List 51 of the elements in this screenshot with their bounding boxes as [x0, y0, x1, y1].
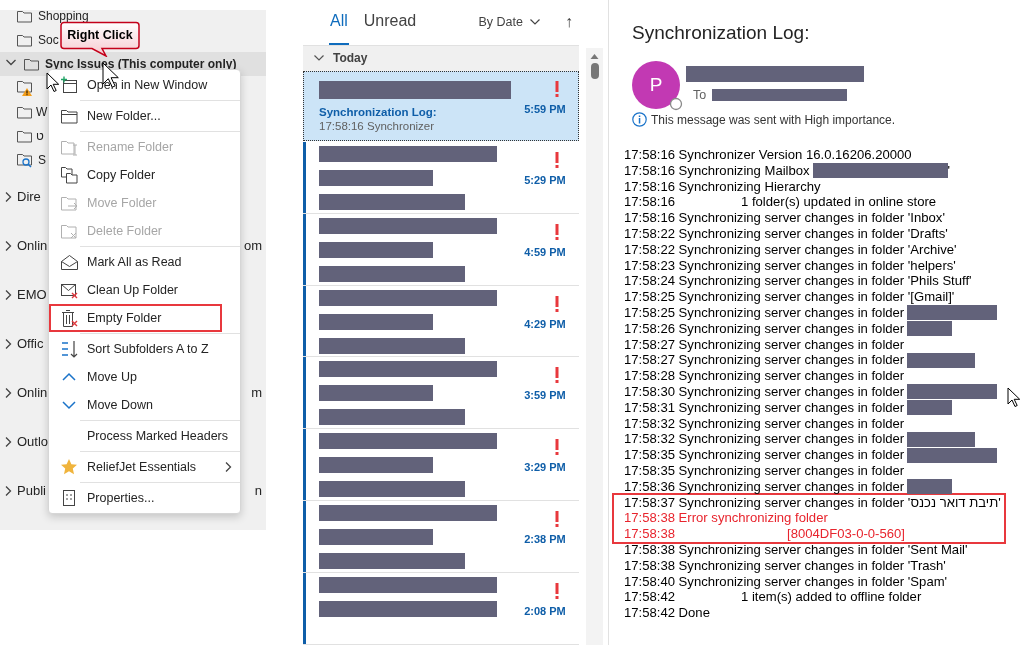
log-line: 17:58:25 Synchronizing server changes in folder '[Gmail]' [624, 289, 956, 305]
log-line: 17:58:27 Synchronizing server changes in folder [624, 352, 905, 369]
message-time: 5:29 PM [524, 173, 566, 186]
log-line: 17:58:22 Synchronizing server changes in folder 'Archive' [624, 241, 958, 258]
message-time: 4:29 PM [524, 317, 566, 330]
log-line: 17:58:16 Synchronizing Hierarchy [624, 178, 822, 195]
log-line: 17:58:38 Synchronizing server changes in folder 'Sent Mail' [624, 541, 969, 558]
log-line: 17:58:36 Synchronizing server changes in folder [624, 478, 905, 495]
log-line: 17:58:38 Synchronizing server changes in folder 'Trash' [624, 557, 947, 574]
log-line: 17:58:32 Synchronizing server changes in folder [624, 415, 906, 432]
log-line: 17:58:22 Synchronizing server changes in folder 'Drafts' [624, 226, 949, 242]
log-text: ' [947, 162, 951, 179]
log-line: 17:58:40 Synchronizing server changes in folder 'Spam' [624, 573, 949, 590]
message-preview: 17:58:16 Synchronizer [319, 119, 436, 132]
log-line: 17:58:30 Synchronizing server changes in folder [624, 383, 905, 400]
log-time: 17:58:38 [624, 526, 676, 542]
log-line: 17:58:28 Synchronizing server changes in folder [624, 368, 906, 384]
log-line: 17:58:37 Synchronizing server changes in folder 'תיבת דואר נכנס' [624, 494, 1002, 511]
message-time: 4:59 PM [524, 245, 566, 258]
avatar: P [632, 61, 680, 109]
log-line: 17:58:35 Synchronizing server changes in folder [624, 462, 906, 479]
log-time: 17:58:16 [624, 194, 676, 211]
log-line: 1 folder(s) updated in online store [741, 194, 937, 211]
log-line: 17:58:16 Synchronizer Version 16.0.16206.20000 [624, 147, 913, 163]
message-time: 3:29 PM [524, 461, 566, 474]
log-line: 17:58:25 Synchronizing server changes in folder [624, 304, 905, 321]
log-line: 17:58:27 Synchronizing server changes in folder [624, 336, 906, 353]
log-line: 17:58:16 Synchronizing Mailbox [624, 162, 810, 179]
log-line: 17:58:38 Error synchronizing folder [624, 510, 829, 527]
log-line: 17:58:32 Synchronizing server changes in folder [624, 431, 905, 448]
log-line: 17:58:35 Synchronizing server changes in folder [624, 447, 905, 463]
log-line: 17:58:42 Done [624, 605, 711, 621]
account-label-end: n [254, 483, 262, 498]
log-line: 17:58:23 Synchronizing server changes in folder 'helpers' [624, 257, 957, 274]
message-time: 2:38 PM [524, 533, 566, 546]
message-time: 3:59 PM [524, 389, 566, 402]
account-label-end: om [243, 238, 262, 253]
log-line: 1 item(s) added to offline folder [741, 589, 922, 606]
to-label: To [693, 88, 707, 102]
log-line: 17:58:31 Synchronizing server changes in folder [624, 399, 905, 416]
importance-notice: This message was sent with High importance. [651, 112, 896, 127]
account-label-end: m [251, 385, 262, 400]
message-time: 2:08 PM [524, 605, 566, 618]
log-line: 17:58:26 Synchronizing server changes in folder [624, 320, 905, 337]
log-line: 17:58:24 Synchronizing server changes in folder 'Phils Stuff' [624, 273, 973, 290]
message-subject: Synchronization Log: [319, 105, 438, 118]
message-title: Synchronization Log: [632, 22, 811, 45]
log-line: [8004DF03-0-0-560] [787, 526, 905, 542]
log-line: 17:58:16 Synchronizing server changes in folder 'Inbox' [624, 210, 946, 226]
log-time: 17:58:42 [624, 589, 676, 606]
message-time: 5:59 PM [524, 102, 566, 115]
